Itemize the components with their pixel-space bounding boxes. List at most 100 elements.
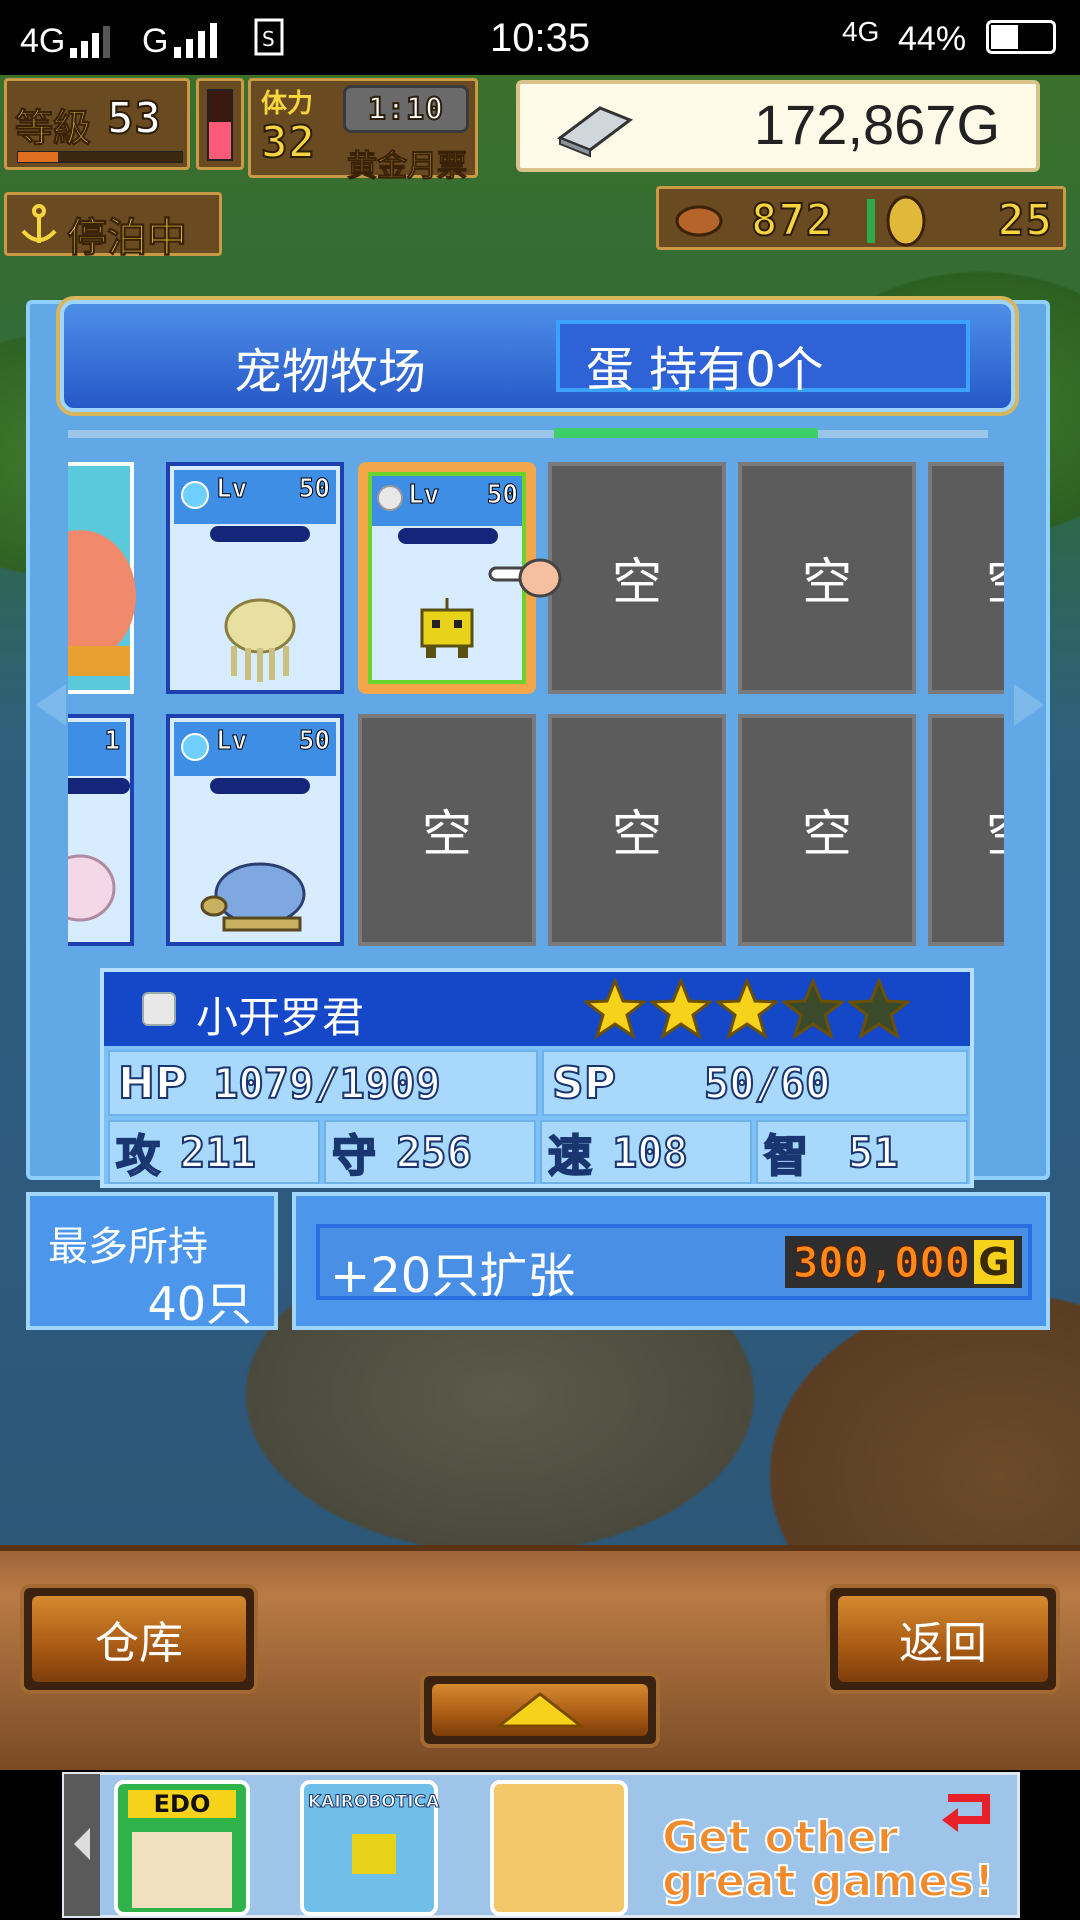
speed-stat: 速 108	[540, 1120, 752, 1184]
defense-stat: 守 256	[324, 1120, 536, 1184]
hp-stat: HP 1079/1909	[108, 1050, 538, 1116]
page-indicator-track	[68, 430, 988, 438]
capacity-box: 最多所持 40只	[26, 1192, 278, 1331]
yellow-robot-sprite	[420, 598, 474, 658]
hp-value: 1079/1909	[212, 1058, 442, 1109]
neutral-element-icon	[377, 485, 403, 511]
medal-icon	[886, 195, 926, 247]
stamina-value: 32	[260, 116, 316, 169]
star-filled-icon	[584, 978, 646, 1040]
pet-slot-egg-partial[interactable]	[68, 462, 136, 694]
anchor-icon	[21, 204, 57, 243]
hp-label: HP	[117, 1057, 188, 1110]
defense-label: 守	[331, 1130, 377, 1183]
intelligence-value: 51	[847, 1127, 900, 1178]
pet-slot-grid: Lv 50 Lv 50 空 空 空 1	[68, 462, 1004, 954]
recovery-timer: 1:10	[343, 85, 469, 133]
star-empty-icon	[848, 978, 910, 1040]
ad-game-3[interactable]	[490, 1780, 628, 1916]
battery-icon	[986, 20, 1056, 54]
pink-blob-sprite	[68, 854, 116, 922]
neutral-element-icon	[142, 992, 176, 1026]
network-indicator: 4G	[20, 22, 66, 60]
scroll-right-arrow-icon[interactable]	[1010, 680, 1050, 730]
ad-game-edo-label: EDO	[153, 1790, 211, 1818]
pet-slot-empty[interactable]: 空	[358, 714, 536, 946]
panel-title: 宠物牧场	[234, 344, 427, 400]
defense-value: 256	[395, 1127, 473, 1178]
blue-turtle-sprite	[200, 862, 306, 932]
network-indicator-2: G	[142, 22, 169, 60]
egg-count-label: 蛋 持有0个	[586, 342, 824, 398]
stamina-gauge	[196, 78, 244, 170]
sp-stat: SP 50/60	[542, 1050, 968, 1116]
pet-slot-empty[interactable]: 空	[738, 462, 916, 694]
gold-box: 172,867G	[516, 80, 1040, 172]
water-element-icon	[181, 733, 209, 761]
page-indicator-thumb[interactable]	[554, 428, 818, 438]
expand-menu-button[interactable]	[420, 1672, 660, 1748]
star-filled-icon	[650, 978, 712, 1040]
signal-icon	[70, 26, 110, 58]
pet-slot-partial[interactable]: 1	[68, 714, 134, 946]
food-count: 872	[750, 194, 834, 247]
svg-text:S: S	[262, 27, 275, 51]
pet-level: 50	[298, 474, 330, 505]
status-bar: 4G G S 10:35 4G 44%	[0, 0, 1080, 75]
level-box: 等級 53	[4, 78, 190, 170]
resources-box: 872 25	[656, 186, 1066, 250]
warehouse-button[interactable]: 仓库	[20, 1584, 258, 1694]
pet-slot-empty[interactable]: 空	[548, 462, 726, 694]
pet-level: 50	[298, 726, 330, 757]
scroll-left-arrow-icon[interactable]	[30, 680, 70, 730]
clock: 10:35	[490, 16, 591, 60]
capacity-label: 最多所持	[48, 1224, 208, 1270]
intelligence-label: 智	[763, 1130, 809, 1183]
food-icon	[675, 205, 723, 237]
speed-label: 速	[547, 1130, 593, 1183]
chevron-left-icon	[74, 1828, 90, 1860]
expand-button[interactable]: +20只扩张 300,000 G	[316, 1224, 1032, 1304]
ad-game-edo[interactable]: EDO	[114, 1780, 250, 1916]
speed-value: 108	[611, 1127, 689, 1178]
medal-count: 25	[997, 194, 1053, 247]
panel-titlebar: 宠物牧场 蛋 持有0个	[60, 300, 1015, 412]
pet-slot-empty-partial[interactable]: 空	[928, 462, 1004, 694]
pet-level-selected: 50	[486, 480, 518, 511]
docked-status: 停泊中	[4, 192, 222, 262]
gold-currency-icon: G	[974, 1240, 1014, 1284]
ad-prev-button[interactable]	[64, 1774, 100, 1916]
pet-slot-jellyfish[interactable]: Lv 50	[166, 462, 344, 694]
pet-slot-empty[interactable]: 空	[548, 714, 726, 946]
sp-value: 50/60	[703, 1058, 831, 1109]
pet-slot-turtle[interactable]: Lv 50	[166, 714, 344, 946]
up-arrow-icon	[495, 1692, 585, 1728]
docked-label: 停泊中	[67, 215, 188, 262]
ad-banner[interactable]: EDO KAIROBOTICA Get other great games!	[0, 1770, 1080, 1920]
pet-sprite-egg	[68, 530, 136, 676]
pet-slot-empty[interactable]: 空	[738, 714, 916, 946]
star-filled-icon	[716, 978, 778, 1040]
ad-promo[interactable]: Get other great games!	[648, 1784, 1012, 1914]
gold-amount: 172,867G	[754, 93, 1000, 156]
intelligence-stat: 智 51	[756, 1120, 968, 1184]
pet-slot-empty-partial[interactable]: 空	[928, 714, 1004, 946]
stamina-box: 体力 32 1:10 黄金月票	[248, 78, 478, 185]
gold-pass-label: 黄金月票	[347, 149, 468, 185]
expand-box: +20只扩张 300,000 G	[292, 1192, 1050, 1330]
signal-icon-2	[174, 23, 217, 58]
star-rating	[584, 978, 910, 1042]
expand-label: +20只扩张	[330, 1248, 576, 1304]
expand-price: 300,000 G	[784, 1236, 1022, 1288]
level-label: 等級	[14, 106, 92, 151]
attack-label: 攻	[115, 1130, 161, 1183]
pet-info-panel: 小开罗君 HP 1079/1909 SP 50/60 攻 211 守 256 速…	[100, 968, 974, 1188]
water-element-icon	[181, 481, 209, 509]
ad-game-kairobotica[interactable]: KAIROBOTICA	[300, 1780, 440, 1916]
ad-promo-line2: great games!	[661, 1855, 995, 1908]
egg-count-box[interactable]: 蛋 持有0个	[556, 320, 970, 398]
back-button[interactable]: 返回	[826, 1584, 1060, 1694]
battery-percent: 44%	[898, 20, 967, 58]
network-indicator-3: 4G	[842, 16, 880, 47]
ad-game-kairobotica-label: KAIROBOTICA	[307, 1792, 440, 1813]
